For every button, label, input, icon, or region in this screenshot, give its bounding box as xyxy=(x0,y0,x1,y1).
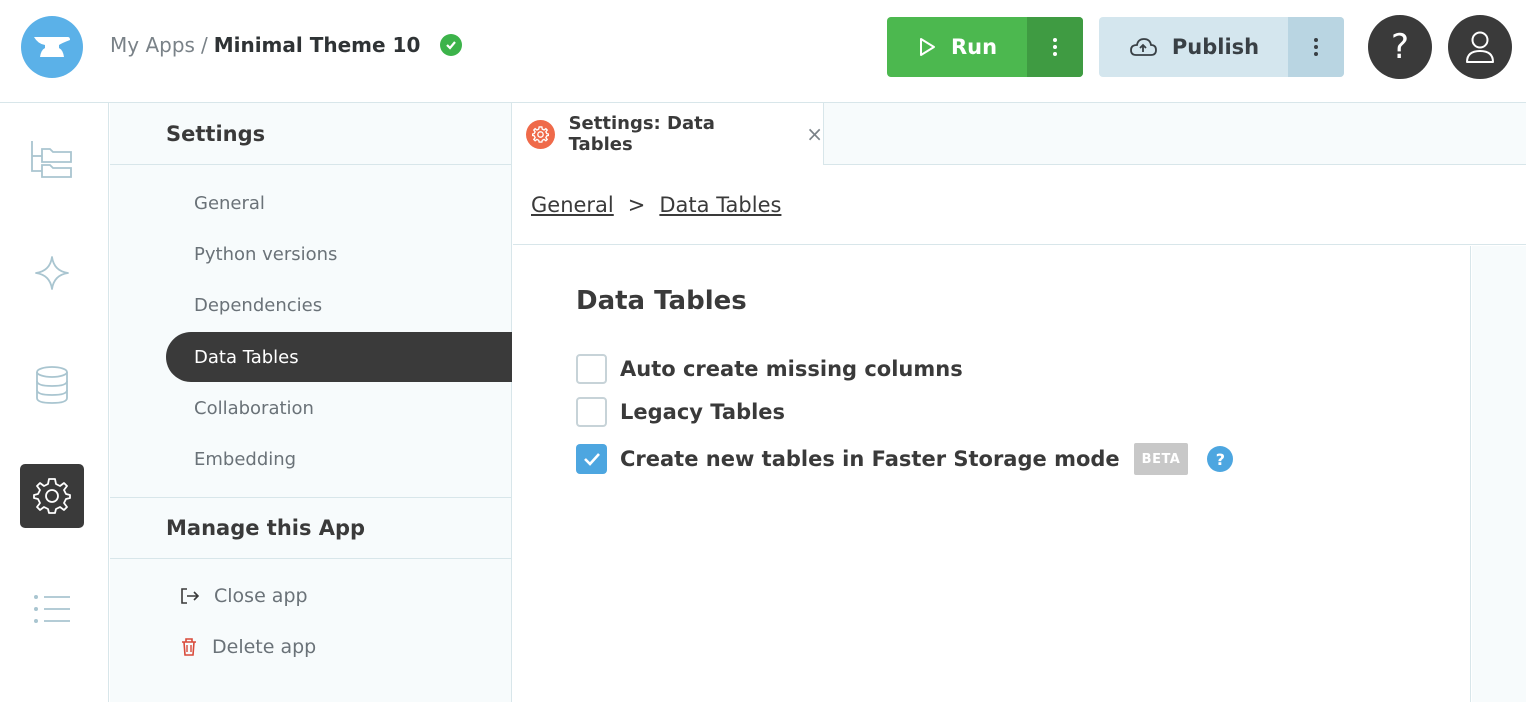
settings-item-python-versions[interactable]: Python versions xyxy=(166,229,512,279)
kebab-icon xyxy=(1314,38,1318,56)
option-label: Legacy Tables xyxy=(620,400,786,424)
help-question-icon[interactable]: ? xyxy=(1207,446,1234,472)
run-label: Run xyxy=(950,35,998,59)
saved-check-icon xyxy=(440,34,463,56)
play-icon xyxy=(919,38,935,56)
beta-badge: BETA xyxy=(1133,443,1189,475)
settings-heading: Settings xyxy=(110,103,512,165)
option-label: Create new tables in Faster Storage mode xyxy=(620,447,1120,471)
delete-app-label: Delete app xyxy=(212,636,317,658)
settings-breadcrumb: General > Data Tables xyxy=(513,166,1526,245)
breadcrumb-data-tables-link[interactable]: Data Tables xyxy=(659,193,781,217)
breadcrumb-general-link[interactable]: General xyxy=(531,193,614,217)
run-button-group: Run xyxy=(887,17,1083,77)
tab-gear-icon xyxy=(526,119,555,149)
app-browser-icon[interactable] xyxy=(20,127,84,191)
tab-label: Settings: Data Tables xyxy=(568,113,715,155)
settings-gear-icon[interactable] xyxy=(20,464,84,528)
anvil-logo-icon[interactable] xyxy=(21,16,83,78)
settings-item-dependencies[interactable]: Dependencies xyxy=(166,280,512,330)
legacy-tables-checkbox[interactable] xyxy=(576,397,607,427)
user-icon xyxy=(1466,31,1494,63)
sparkle-icon[interactable] xyxy=(20,241,84,305)
close-app-label: Close app xyxy=(214,585,308,607)
option-label: Auto create missing columns xyxy=(620,357,963,381)
help-label: ? xyxy=(1390,27,1410,67)
settings-item-data-tables[interactable]: Data Tables xyxy=(166,332,512,382)
settings-panel: Settings General Python versions Depende… xyxy=(110,103,512,702)
page-title: Data Tables xyxy=(576,286,747,316)
database-icon[interactable] xyxy=(20,353,84,417)
right-gutter xyxy=(1472,246,1526,702)
app-name[interactable]: Minimal Theme 10 xyxy=(214,33,421,57)
settings-item-embedding[interactable]: Embedding xyxy=(166,434,512,484)
top-bar: My Apps / Minimal Theme 10 Run Publish ? xyxy=(0,0,1526,103)
faster-storage-checkbox[interactable] xyxy=(576,444,607,474)
data-tables-settings: Data Tables Auto create missing columns … xyxy=(513,246,1471,702)
publish-label: Publish xyxy=(1171,35,1260,59)
option-faster-storage: Create new tables in Faster Storage mode… xyxy=(576,443,1234,475)
publish-more-button[interactable] xyxy=(1288,17,1344,77)
settings-item-collaboration[interactable]: Collaboration xyxy=(166,383,512,433)
list-icon[interactable] xyxy=(20,577,84,641)
auto-create-columns-checkbox[interactable] xyxy=(576,354,607,384)
left-rail xyxy=(0,103,109,702)
cloud-upload-icon xyxy=(1129,38,1157,56)
app-breadcrumb: My Apps / Minimal Theme 10 xyxy=(110,33,463,57)
tab-settings-data-tables[interactable]: Settings: Data Tables × xyxy=(513,103,824,165)
help-button[interactable]: ? xyxy=(1368,15,1432,79)
exit-icon xyxy=(181,588,200,604)
close-app-item[interactable]: Close app xyxy=(180,576,308,616)
trash-icon xyxy=(182,638,196,656)
publish-button[interactable]: Publish xyxy=(1099,17,1288,77)
checkmark-icon xyxy=(583,453,600,466)
tab-close-icon[interactable]: × xyxy=(806,122,823,146)
delete-app-item[interactable]: Delete app xyxy=(180,627,316,667)
run-more-button[interactable] xyxy=(1027,17,1083,77)
breadcrumb-separator: / xyxy=(200,33,208,57)
settings-item-general[interactable]: General xyxy=(166,178,512,228)
kebab-icon xyxy=(1053,38,1057,56)
manage-app-heading: Manage this App xyxy=(110,497,512,559)
option-auto-create-columns: Auto create missing columns xyxy=(576,354,963,384)
user-avatar-button[interactable] xyxy=(1448,15,1512,79)
breadcrumb-chevron: > xyxy=(627,193,646,217)
editor-tab-bar: Settings: Data Tables × xyxy=(513,103,1526,165)
option-legacy-tables: Legacy Tables xyxy=(576,397,785,427)
publish-button-group: Publish xyxy=(1099,17,1344,77)
run-button[interactable]: Run xyxy=(887,17,1027,77)
my-apps-link[interactable]: My Apps xyxy=(110,33,195,57)
